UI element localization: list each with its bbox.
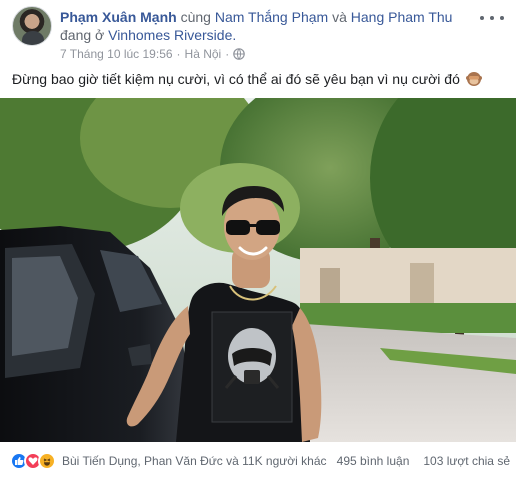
reaction-icons[interactable] (10, 452, 56, 470)
haha-icon (38, 452, 56, 470)
post-city[interactable]: Hà Nội (185, 46, 222, 62)
location-prefix: đang ở (60, 27, 105, 43)
tagged-user-1-link[interactable]: Nam Thắng Phạm (215, 9, 328, 25)
caption-text: Đừng bao giờ tiết kiệm nụ cười, vì có th… (12, 71, 460, 87)
see-no-evil-monkey-icon (465, 71, 482, 87)
location-link[interactable]: Vinhomes Riverside. (108, 27, 236, 43)
meta-separator: · (176, 47, 181, 61)
tagged-user-2-link[interactable]: Hang Pham Thu (351, 9, 453, 25)
more-options-icon[interactable] (480, 10, 504, 26)
post-caption: Đừng bao giờ tiết kiệm nụ cười, vì có th… (12, 70, 508, 89)
shares-count-link[interactable]: 103 lượt chia sẻ (423, 454, 510, 468)
engagement-counts: 495 bình luận 103 lượt chia sẻ (337, 454, 510, 468)
post-timestamp[interactable]: 7 Tháng 10 lúc 19:56 (60, 46, 173, 62)
post-meta: 7 Tháng 10 lúc 19:56 · Hà Nội · (60, 46, 246, 62)
dot-icon (490, 16, 494, 20)
author-name-link[interactable]: Phạm Xuân Mạnh (60, 9, 177, 25)
globe-icon[interactable] (233, 48, 246, 60)
post-header: Phạm Xuân Mạnh cùng Nam Thắng Phạm và Ha… (12, 6, 508, 62)
author-avatar[interactable] (12, 6, 52, 46)
dot-icon (500, 16, 504, 20)
post-footer: Bùi Tiến Dụng, Phan Văn Đức và 11K người… (10, 450, 510, 472)
post-photo[interactable] (0, 98, 516, 442)
post-author-line: Phạm Xuân Mạnh cùng Nam Thắng Phạm và Ha… (60, 8, 480, 44)
meta-separator-2: · (225, 47, 230, 61)
and-text: và (332, 9, 347, 25)
dot-icon (480, 16, 484, 20)
with-text: cùng (180, 9, 211, 25)
comments-count-link[interactable]: 495 bình luận (337, 454, 410, 468)
reaction-names-link[interactable]: Bùi Tiến Dụng, Phan Văn Đức và 11K người… (62, 454, 327, 468)
facebook-post: Phạm Xuân Mạnh cùng Nam Thắng Phạm và Ha… (0, 0, 516, 479)
